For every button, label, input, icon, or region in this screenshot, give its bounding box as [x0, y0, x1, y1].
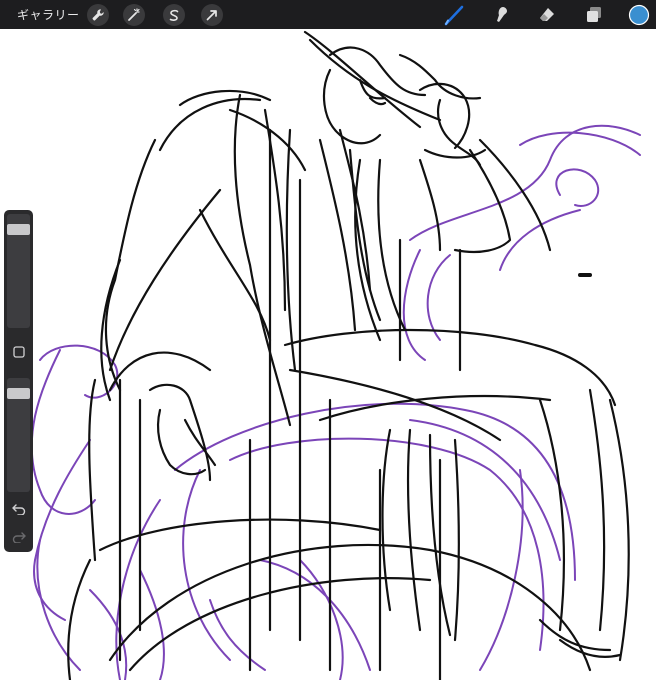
undo-icon[interactable] [4, 498, 33, 520]
brush-icon[interactable] [442, 3, 466, 27]
left-sidebar [4, 210, 33, 552]
opacity-slider[interactable] [7, 378, 30, 492]
smudge-icon[interactable] [489, 3, 513, 27]
wrench-icon[interactable] [87, 4, 109, 26]
brush-size-handle[interactable] [7, 224, 30, 236]
selection-icon[interactable] [163, 4, 185, 26]
color-swatch[interactable] [627, 3, 651, 27]
magic-wand-icon[interactable] [123, 4, 145, 26]
eraser-icon[interactable] [535, 3, 559, 27]
transform-arrow-icon[interactable] [201, 4, 223, 26]
gallery-button[interactable]: ギャラリー [17, 6, 80, 23]
ink-line-art [67, 30, 630, 682]
redo-icon[interactable] [4, 526, 33, 548]
layers-icon[interactable] [582, 3, 606, 27]
sketch-artwork [30, 30, 641, 682]
drawing-canvas[interactable] [0, 29, 656, 682]
brush-size-slider[interactable] [7, 214, 30, 328]
square-modify-icon[interactable] [4, 341, 33, 363]
opacity-handle[interactable] [7, 388, 30, 400]
top-toolbar: ギャラリー [0, 0, 656, 29]
